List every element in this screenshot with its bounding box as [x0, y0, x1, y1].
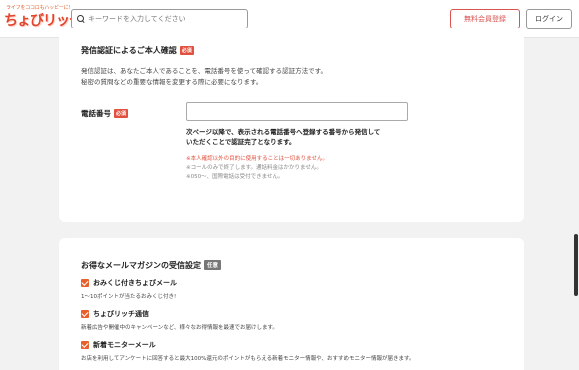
- newsletter-option-new-monitor[interactable]: 新着モニターメール: [81, 340, 156, 350]
- newsletter-option-omikuji[interactable]: おみくじ付きちょびメール: [81, 278, 177, 288]
- required-badge: 必須: [179, 46, 194, 55]
- phone-label-text: 電話番号: [81, 109, 111, 118]
- description-line-1: 発信認証は、あなたご本人であることを、電話番号を使って確認する認証方法です。: [81, 67, 327, 75]
- optional-badge: 任意: [204, 260, 222, 270]
- checkbox-checked-icon[interactable]: [81, 341, 89, 349]
- page-scrollbar[interactable]: [573, 38, 579, 370]
- search-icon: [77, 15, 85, 23]
- instruction-line-2: いただくことで認証完了となります。: [186, 138, 296, 146]
- checkbox-checked-icon[interactable]: [81, 310, 89, 318]
- search-box[interactable]: [71, 9, 248, 29]
- privacy-note: ※本人確認以外の目的に使用することは一切ありません。: [186, 156, 328, 162]
- newsletter-option-chobirich-news[interactable]: ちょびリッチ通信: [81, 309, 149, 319]
- scrollbar-thumb[interactable]: [574, 234, 578, 296]
- option-description: お店を利用してアンケートに回答すると最大100%還元のポイントがもらえる新着モニ…: [81, 356, 415, 362]
- newsletter-title: お得なメールマガジンの受信設定 任意: [81, 260, 222, 271]
- register-button[interactable]: 無料会員登録: [450, 9, 520, 29]
- checkbox-checked-icon[interactable]: [81, 279, 89, 287]
- option-description: 1〜10ポイントが当たるおみくじ付き!: [81, 294, 177, 300]
- description-line-2: 秘密の質問などの重要な情報を変更する際に必要になります。: [81, 78, 263, 86]
- verification-description: 発信認証は、あなたご本人であることを、電話番号を使って確認する認証方法です。 秘…: [81, 66, 327, 88]
- instruction-line-1: 次ページ以降で、表示される電話番号へ登録する番号から発信して: [186, 128, 381, 136]
- phone-required-badge: 必須: [114, 109, 129, 118]
- option-label: ちょびリッチ通信: [93, 310, 149, 318]
- verification-title: 発信認証によるご本人確認 必須: [81, 45, 194, 56]
- phone-label: 電話番号 必須: [81, 108, 129, 119]
- phone-number-input[interactable]: [186, 102, 408, 121]
- verification-title-text: 発信認証によるご本人確認: [81, 46, 177, 55]
- newsletter-card: [59, 238, 524, 370]
- option-label: 新着モニターメール: [93, 341, 156, 349]
- newsletter-title-text: お得なメールマガジンの受信設定: [81, 261, 201, 270]
- verification-instruction: 次ページ以降で、表示される電話番号へ登録する番号から発信して いただくことで認証…: [186, 127, 380, 147]
- unsupported-number-note: ※050〜、国際電話は受付できません。: [186, 174, 284, 180]
- login-button[interactable]: ログイン: [526, 9, 572, 29]
- search-input[interactable]: [88, 15, 238, 23]
- phone-verification-card: [59, 28, 524, 222]
- call-fee-note: ※コールのみで終了します。通話料金はかかりません。: [186, 165, 322, 171]
- option-label: おみくじ付きちょびメール: [93, 279, 177, 287]
- option-description: 新着広告や開催中のキャンペーンなど、様々なお得情報を最速でお届けします。: [81, 325, 278, 331]
